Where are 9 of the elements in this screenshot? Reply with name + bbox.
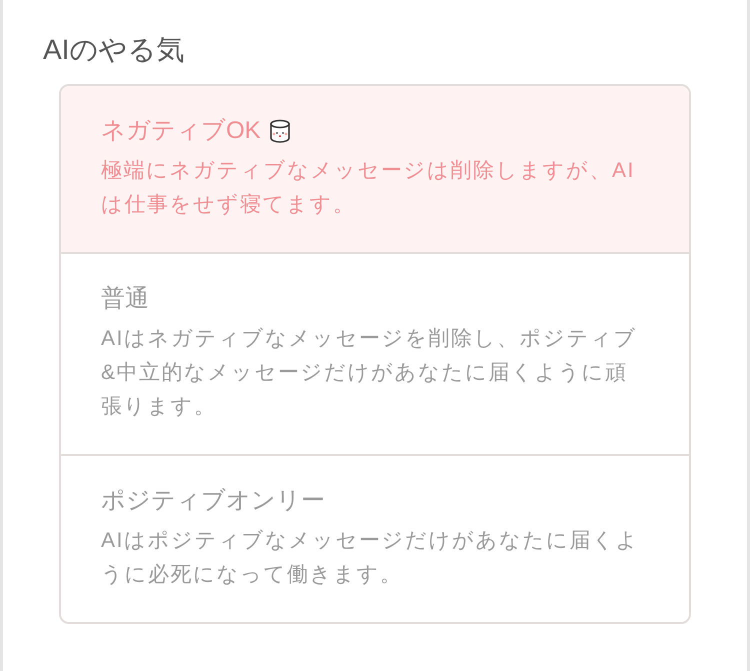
- option-title: ネガティブOK: [101, 116, 261, 146]
- option-item[interactable]: ポジティブオンリー AIはポジティブなメッセージだけがあなたに届くように必死になって働きます。: [61, 454, 689, 622]
- option-description: 極端にネガティブなメッセージは削除しますが、AIは仕事をせず寝てます。: [101, 158, 636, 218]
- option-title: 普通: [101, 284, 149, 314]
- option-item[interactable]: ネガティブOK 極端にネガティブなメッセージは削除しますが、AIは仕事をせず寝てます。: [61, 86, 689, 252]
- option-title: ポジティブオンリー: [101, 486, 325, 516]
- option-description: AIはポジティブなメッセージだけがあなたに届くように必死になって働きます。: [101, 528, 640, 588]
- section-title: AIのやる気: [43, 33, 186, 67]
- option-description: AIはネガティブなメッセージを削除し、ポジティブ&中立的なメッセージだけがあなたに届くように頑張ります。: [101, 326, 638, 420]
